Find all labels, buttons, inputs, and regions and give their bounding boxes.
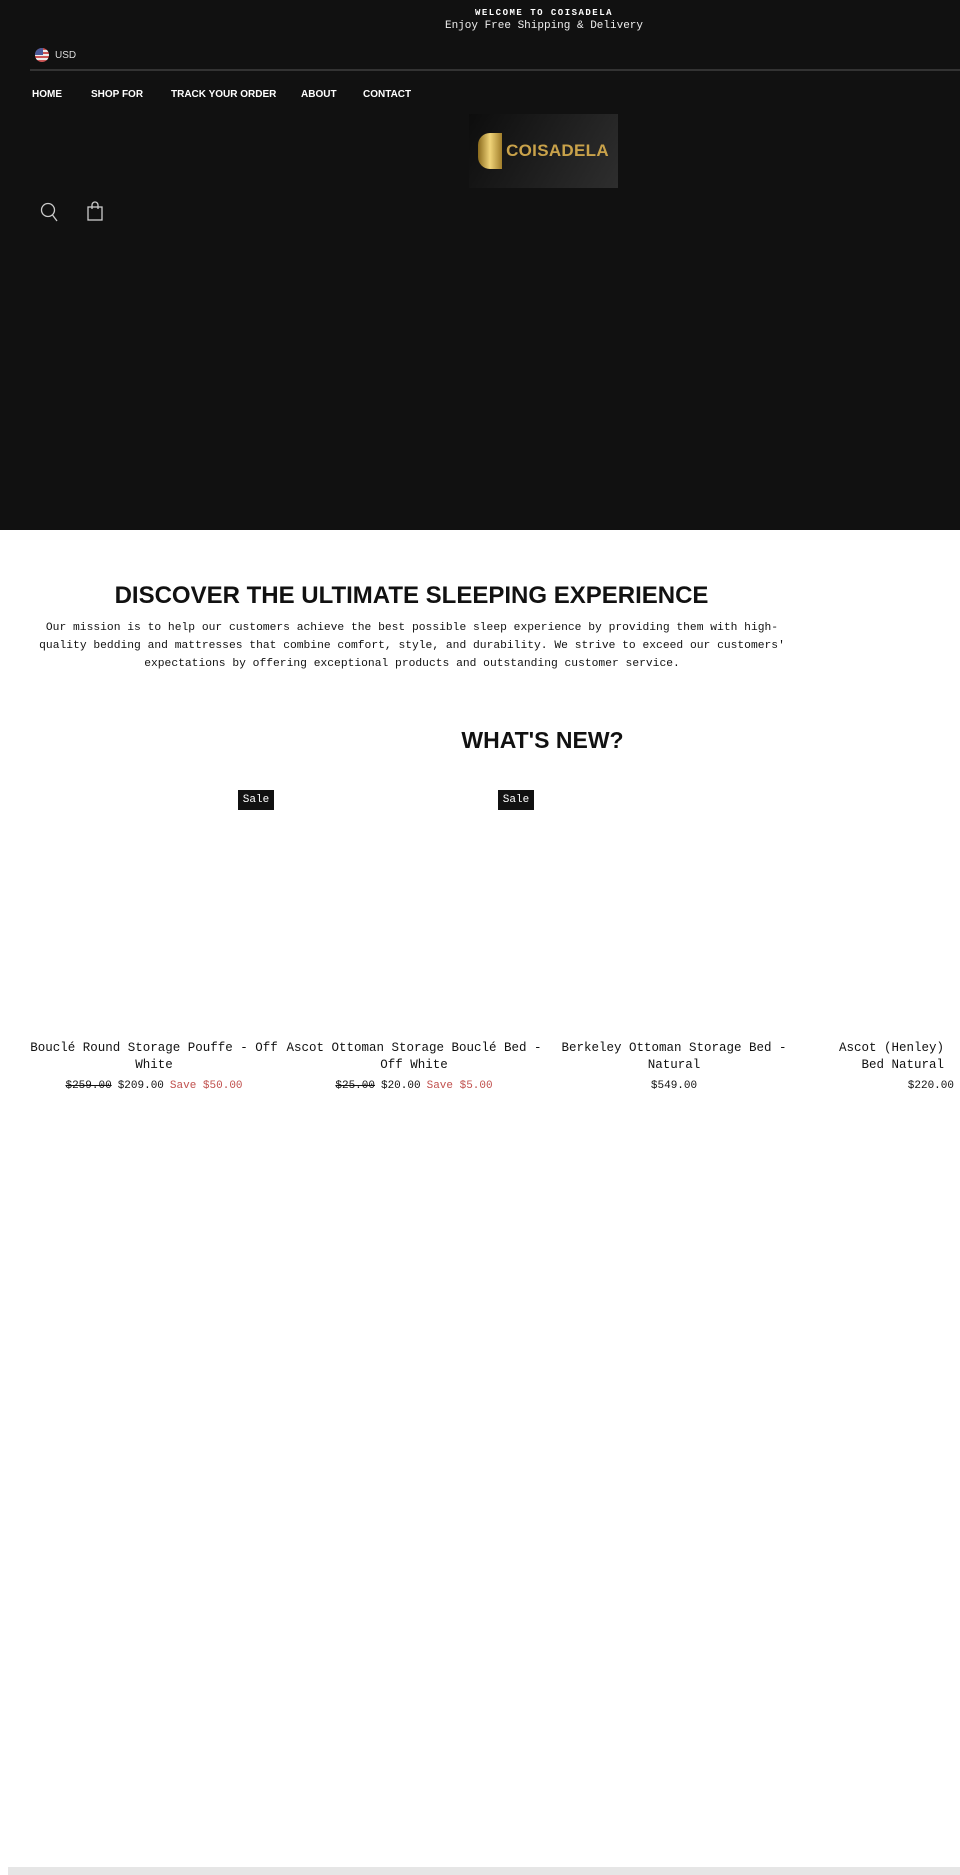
us-flag-icon [35, 48, 49, 62]
product-price: $259.00 $209.00 Save $50.00 [24, 1080, 284, 1092]
cart-icon[interactable] [87, 201, 103, 226]
product-title[interactable]: Berkeley Ottoman Storage Bed - Natural [544, 1040, 804, 1074]
sale-badge: Sale [238, 790, 274, 810]
currency-label: USD [55, 49, 77, 61]
product-card[interactable]: Sale Ascot Ottoman Storage Bouclé Bed - … [286, 790, 542, 1092]
product-price: $549.00 [650, 1080, 698, 1092]
mission-text: Our mission is to help our customers ach… [39, 622, 785, 670]
product-title[interactable]: Ascot Ottoman Storage Bouclé Bed - Off W… [284, 1040, 544, 1074]
currency-selector[interactable]: USD [35, 48, 76, 62]
sale-badge: Sale [498, 790, 534, 810]
product-price: $220.00 [907, 1080, 954, 1090]
nav-contact[interactable]: CONTACT [363, 89, 411, 100]
product-card[interactable]: Berkeley Ottoman Storage Bed - Natural $… [554, 790, 794, 1092]
product-card[interactable]: Ascot (Henley) Bed Natural $220.00 [814, 790, 960, 1090]
whats-new-heading: WHAT'S NEW? [461, 727, 624, 753]
nav-track-order[interactable]: TRACK YOUR ORDER [171, 89, 276, 100]
sale-price: $209.00 [117, 1080, 164, 1092]
savings: Save $5.00 [426, 1080, 493, 1092]
product-price: $25.00 $20.00 Save $5.00 [284, 1080, 544, 1092]
old-price: $259.00 [65, 1080, 112, 1092]
product-title[interactable]: Ascot (Henley) Bed Natural [814, 1040, 944, 1074]
divider [30, 69, 960, 71]
nav-home[interactable]: HOME [32, 89, 62, 100]
sale-price: $20.00 [380, 1080, 421, 1092]
product-title[interactable]: Bouclé Round Storage Pouffe - Off White [24, 1040, 284, 1074]
logo-text: COISADELA [506, 141, 609, 160]
savings: Save $50.00 [169, 1080, 243, 1092]
search-icon[interactable] [40, 202, 58, 227]
nav-about[interactable]: ABOUT [301, 89, 337, 100]
header-hero [0, 0, 960, 530]
nav-shop-for[interactable]: SHOP FOR [91, 89, 143, 100]
logo-coin-icon [478, 133, 503, 169]
mission-heading: DISCOVER THE ULTIMATE SLEEPING EXPERIENC… [114, 582, 709, 609]
old-price: $25.00 [335, 1080, 375, 1092]
scrollbar-bottom[interactable] [8, 1867, 960, 1875]
logo[interactable]: COISADELA [469, 114, 618, 188]
announcement-title: WELCOME TO COISADELA [474, 8, 614, 18]
announcement-subtitle: Enjoy Free Shipping & Delivery [444, 20, 644, 32]
product-card[interactable]: Sale Bouclé Round Storage Pouffe - Off W… [30, 790, 278, 1092]
